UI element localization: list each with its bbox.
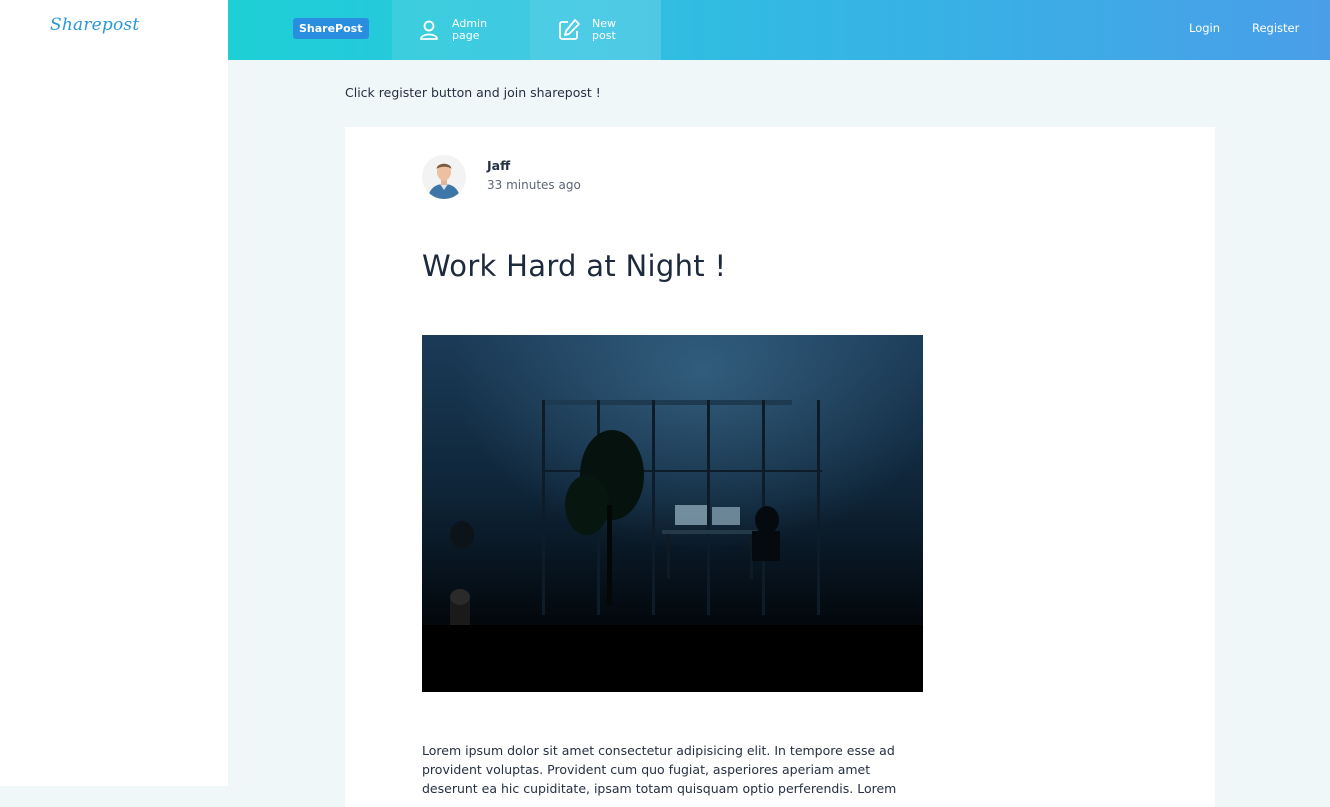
user-icon <box>416 17 442 43</box>
login-link[interactable]: Login <box>1189 21 1220 35</box>
post-body: Lorem ipsum dolor sit amet consectetur a… <box>422 743 897 796</box>
nav-admin-label: Admin page <box>452 17 488 42</box>
post-author[interactable]: Jaff <box>487 158 510 173</box>
post-time: 33 minutes ago <box>487 178 581 192</box>
top-navbar: SharePost Admin page New post Login Regi… <box>228 0 1330 60</box>
post-title: Work Hard at Night ! <box>422 249 727 283</box>
avatar <box>422 155 466 199</box>
register-notice: Click register button and join sharepost… <box>345 85 601 100</box>
nav-new-post[interactable]: New post <box>530 0 661 60</box>
nav-new-post-label: New post <box>592 17 616 42</box>
brand-badge[interactable]: SharePost <box>293 18 369 39</box>
post-card: Jaff 33 minutes ago Work Hard at Night ! <box>345 127 1215 807</box>
post-image <box>422 335 923 692</box>
logo[interactable]: Sharepost <box>50 15 139 35</box>
sidebar: Sharepost <box>0 0 228 786</box>
register-link[interactable]: Register <box>1252 21 1299 35</box>
nav-admin-page[interactable]: Admin page <box>392 0 530 60</box>
edit-icon <box>556 17 582 43</box>
